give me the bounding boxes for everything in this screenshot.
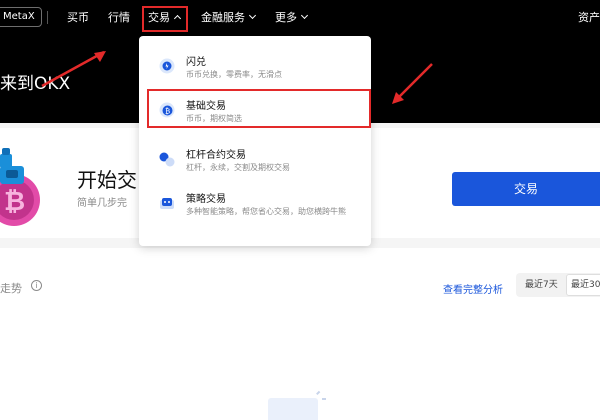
full-analysis-link[interactable]: 查看完整分析 xyxy=(443,281,503,296)
nav-item-assets[interactable]: 资产 xyxy=(578,0,600,36)
trade-button[interactable]: 交易 xyxy=(452,172,600,206)
nav-item-more[interactable]: 更多 xyxy=(275,0,309,36)
chevron-down-icon xyxy=(248,11,257,20)
empty-state-illustration xyxy=(268,398,318,420)
leverage-icon xyxy=(159,152,175,167)
dropdown-item-leverage[interactable]: 杠杆合约交易 杠杆，永续，交割及期权交易 xyxy=(139,139,371,183)
dropdown-item-swap[interactable]: 闪兑 币币兑换，零费率，无滑点 xyxy=(139,46,371,90)
range-selector: 最近7天 最近30 xyxy=(516,273,600,297)
chevron-down-icon xyxy=(300,11,309,20)
dropdown-item-strategy[interactable]: 策略交易 多种智能策略，帮您省心交易，助您横跨牛熊 xyxy=(139,183,371,227)
dropdown-item-desc: 币币兑换，零费率，无滑点 xyxy=(186,70,282,79)
dropdown-item-desc: 杠杆，永续，交割及期权交易 xyxy=(186,163,290,172)
start-trading-title: 开始交 xyxy=(77,168,137,192)
start-trading-subtitle: 简单几步完 xyxy=(77,198,127,209)
nav-item-buy[interactable]: 买币 xyxy=(67,0,89,36)
range-option-7d[interactable]: 最近7天 xyxy=(525,273,558,297)
metax-badge[interactable]: MetaX xyxy=(0,7,42,27)
info-icon[interactable]: i xyxy=(31,280,42,291)
range-option-30d[interactable]: 最近30 xyxy=(566,274,600,296)
dropdown-item-title: 策略交易 xyxy=(186,194,226,205)
dropdown-item-title: 杠杆合约交易 xyxy=(186,150,246,161)
mascot-icon: ₿ xyxy=(0,148,40,226)
sparkle-mark xyxy=(316,390,320,395)
annotation-box-nav xyxy=(142,6,188,32)
nav-item-finance[interactable]: 金融服务 xyxy=(201,0,257,36)
trend-title: 走势 xyxy=(0,282,22,295)
swap-icon xyxy=(159,58,175,74)
trade-dropdown-menu: 闪兑 币币兑换，零费率，无滑点 ₿ 基础交易 币币，期权简选 杠杆合约交易 杠杆… xyxy=(139,36,371,246)
dropdown-item-desc: 多种智能策略，帮您省心交易，助您横跨牛熊 xyxy=(186,207,346,216)
svg-text:₿: ₿ xyxy=(4,187,25,217)
nav-divider xyxy=(47,11,48,24)
nav-item-finance-label: 金融服务 xyxy=(201,11,245,24)
annotation-box-basic-trade xyxy=(147,89,371,128)
nav-item-more-label: 更多 xyxy=(275,11,297,24)
bot-icon xyxy=(160,198,174,209)
dropdown-item-title: 闪兑 xyxy=(186,57,206,68)
sparkle-mark xyxy=(322,398,326,400)
top-nav: MetaX 买币 行情 交易 金融服务 更多 资产 xyxy=(0,0,600,36)
nav-item-market[interactable]: 行情 xyxy=(108,0,130,36)
annotation-arrow-left xyxy=(41,50,106,88)
annotation-arrow-right xyxy=(392,63,433,104)
